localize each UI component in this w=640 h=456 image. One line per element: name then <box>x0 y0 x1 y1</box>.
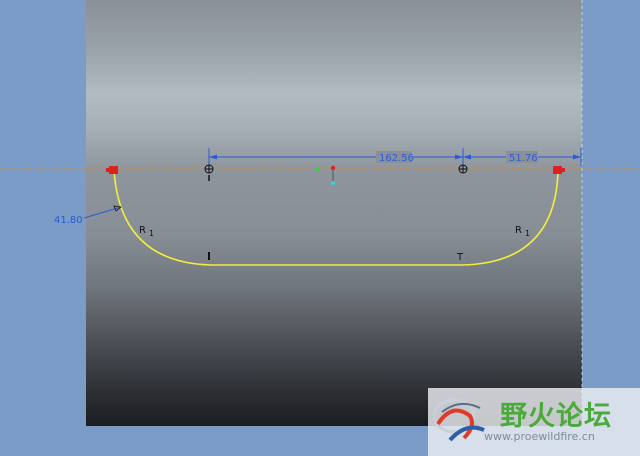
radius-label-right[interactable]: R 1 <box>515 225 530 238</box>
svg-text:1: 1 <box>525 229 530 238</box>
svg-text:R: R <box>515 225 522 236</box>
endpoint-right[interactable] <box>553 166 565 174</box>
forum-watermark: 野火论坛 www.proewildfire.cn <box>428 388 640 456</box>
watermark-title: 野火论坛 <box>500 401 612 432</box>
radius-label-left[interactable]: R 1 <box>139 225 154 238</box>
endpoint-left[interactable] <box>106 166 118 174</box>
dimension-diagonal[interactable]: 41.80 <box>54 205 122 226</box>
dimension-value-41[interactable]: 41.80 <box>54 215 83 226</box>
svg-text:R: R <box>139 225 146 236</box>
vertex-marker-left[interactable] <box>204 164 214 181</box>
dimension-horizontal-2[interactable]: 51.76 <box>463 148 582 166</box>
dimension-value-51[interactable]: 51.76 <box>509 153 538 164</box>
vertex-marker-right[interactable] <box>458 164 468 174</box>
svg-text:1: 1 <box>149 229 154 238</box>
forum-logo-icon <box>432 398 485 442</box>
dimension-value-162[interactable]: 162.56 <box>379 153 414 164</box>
sketch-profile-curve[interactable] <box>113 169 559 266</box>
watermark-url: www.proewildfire.cn <box>484 430 595 443</box>
dimension-horizontal-1[interactable]: 162.56 <box>208 148 464 166</box>
tangent-marker-right: T <box>456 252 464 263</box>
